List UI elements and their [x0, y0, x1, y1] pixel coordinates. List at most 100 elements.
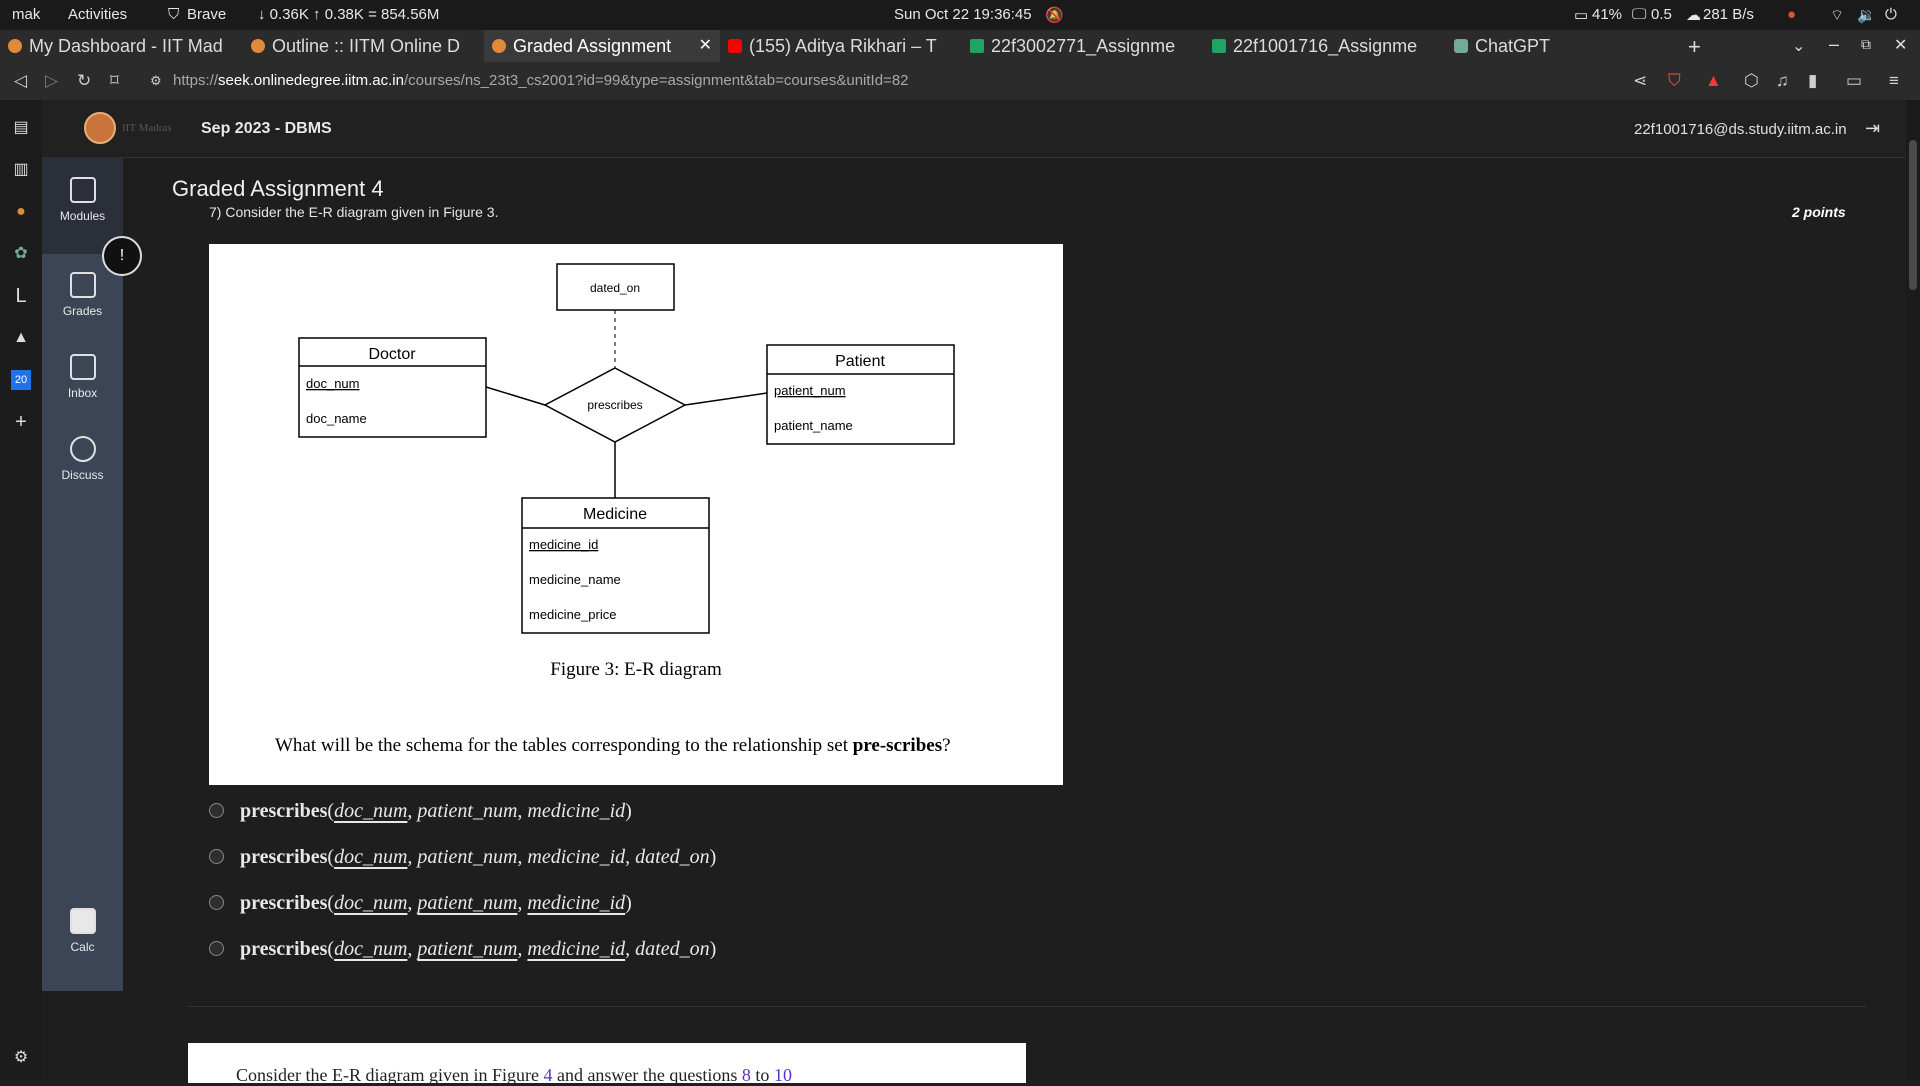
patient-attr: patient_name	[774, 418, 853, 433]
load-value: 0.5	[1651, 6, 1672, 23]
site-info-icon[interactable]: ⚙	[150, 73, 162, 89]
sheets-icon	[1212, 39, 1226, 53]
reading-list-icon[interactable]: ▥	[11, 160, 31, 180]
option-1[interactable]: prescribes(doc_num, patient_num, medicin…	[209, 800, 632, 823]
option-4[interactable]: prescribes(doc_num, patient_num, medicin…	[209, 938, 716, 961]
notifications-off-icon[interactable]: 🔕	[1045, 6, 1064, 24]
network-monitor: ↓ 0.36K ↑ 0.38K = 854.56M	[258, 6, 440, 23]
grades-icon	[69, 272, 96, 298]
logout-icon[interactable]: ⇥	[1865, 118, 1880, 139]
tab-graded-assignment[interactable]: Graded Assignment ✕	[484, 30, 720, 62]
chevron-down-icon[interactable]: ⌄	[1792, 36, 1805, 56]
question-link[interactable]: 8	[742, 1065, 751, 1085]
url-path: /courses/ns_23t3_cs2001?id=99&type=assig…	[403, 72, 909, 89]
radio-button[interactable]	[209, 941, 224, 957]
extensions-icon[interactable]: ⬡	[1744, 71, 1759, 91]
sheets-icon	[970, 39, 984, 53]
settings-gear-icon[interactable]: ⚙	[11, 1048, 31, 1068]
sidebar-toggle-icon[interactable]: ▮	[1808, 71, 1817, 91]
radio-button[interactable]	[209, 849, 224, 865]
course-sidenav: Modules Grades Inbox Discuss Calc	[42, 157, 123, 991]
radio-button[interactable]	[209, 895, 224, 911]
points-badge: 2 points	[1792, 204, 1846, 220]
wifi-icon[interactable]: ⌔	[1830, 6, 1844, 25]
tab-youtube[interactable]: (155) Aditya Rikhari – T	[720, 30, 962, 62]
volume-icon[interactable]: 🔉	[1857, 6, 1876, 24]
brave-shields-icon[interactable]: ⛉	[1668, 71, 1681, 91]
reload-icon[interactable]: ↻	[77, 71, 91, 91]
url-host: seek.onlinedegree.iitm.ac.in	[218, 72, 404, 89]
figure-link[interactable]: 4	[543, 1065, 552, 1085]
tab-outline[interactable]: Outline :: IITM Online D	[243, 30, 484, 62]
patient-link	[684, 392, 768, 406]
tab-dashboard[interactable]: My Dashboard - IIT Mad	[0, 30, 243, 62]
youtube-icon	[728, 39, 742, 53]
medicine-attr: medicine_name	[529, 572, 621, 587]
tab-sheet-2[interactable]: 22f1001716_Assignme	[1204, 30, 1446, 62]
activities-button[interactable]: Activities	[68, 6, 127, 23]
restore-icon[interactable]: ⧉	[1861, 36, 1871, 53]
patient-title: Patient	[835, 353, 885, 370]
chatgpt-app-icon[interactable]: ✿	[11, 244, 31, 264]
brave-rewards-icon[interactable]: ▲	[1705, 71, 1722, 91]
clock[interactable]: Sun Oct 22 19:36:45	[894, 6, 1032, 23]
app-header: IIT Madras Sep 2023 - DBMS 22f1001716@ds…	[42, 100, 1920, 158]
next-question-card: Consider the E-R diagram given in Figure…	[188, 1043, 1026, 1085]
url-scheme: https://	[173, 72, 219, 89]
url-field[interactable]: https://seek.onlinedegree.iitm.ac.in/cou…	[173, 68, 1673, 94]
course-title: Sep 2023 - DBMS	[201, 120, 332, 137]
info-bubble-icon[interactable]: !	[102, 236, 142, 276]
wallet-icon[interactable]: ▭	[1846, 71, 1862, 91]
address-bar: ◁ ▷ ↻ ⌑ ⚙ https://seek.onlinedegree.iitm…	[0, 62, 1920, 101]
calculator-icon	[69, 908, 96, 934]
scrollbar-thumb[interactable]	[1909, 140, 1917, 290]
user-email: 22f1001716@ds.study.iitm.ac.in	[1634, 121, 1847, 138]
prescribes-label: prescribes	[587, 398, 642, 412]
triangle-app-icon[interactable]: ▲	[11, 328, 31, 348]
reader-icon[interactable]: ▤	[11, 118, 31, 138]
nav-grades[interactable]: Grades	[42, 272, 123, 318]
nav-discuss[interactable]: Discuss	[42, 436, 123, 482]
rate-value: 281 B/s	[1703, 6, 1754, 23]
iitm-app-icon[interactable]: ●	[11, 202, 31, 222]
bookmark-icon[interactable]: ⌑	[110, 71, 119, 91]
tab-bar: My Dashboard - IIT Mad Outline :: IITM O…	[0, 30, 1920, 62]
medicine-attr-key: medicine_id	[529, 537, 598, 552]
doctor-attr-key: doc_num	[306, 376, 359, 391]
power-icon[interactable]: ⏻	[1885, 6, 1897, 23]
browser-app-label[interactable]: Brave	[187, 6, 226, 23]
nav-inbox[interactable]: Inbox	[42, 354, 123, 400]
l-app-icon[interactable]: L	[11, 286, 31, 306]
new-tab-icon[interactable]: +	[1688, 34, 1701, 60]
radio-button[interactable]	[209, 803, 224, 819]
modules-icon	[69, 177, 96, 203]
question-link[interactable]: 10	[774, 1065, 792, 1085]
doctor-attr: doc_name	[306, 411, 367, 426]
add-app-icon[interactable]: +	[11, 412, 31, 432]
app-indicator-icon[interactable]: ●	[1787, 6, 1796, 23]
brave-shield-icon: ⛉	[168, 6, 180, 23]
calendar-app-icon[interactable]: 20	[11, 370, 31, 390]
share-icon[interactable]: ⋖	[1633, 71, 1647, 91]
er-diagram: dated_on prescribes Doctor doc_num doc_n…	[298, 263, 955, 634]
option-2[interactable]: prescribes(doc_num, patient_num, medicin…	[209, 846, 716, 869]
menu-icon[interactable]: ≡	[1889, 71, 1899, 91]
iitm-favicon-icon	[492, 39, 506, 53]
close-window-icon[interactable]: ✕	[1894, 35, 1907, 55]
medicine-attr: medicine_price	[529, 607, 616, 622]
tab-chatgpt[interactable]: ChatGPT	[1446, 30, 1688, 62]
iitm-logo-icon[interactable]	[84, 112, 116, 144]
close-tab-icon[interactable]: ✕	[699, 35, 712, 55]
back-icon[interactable]: ◁	[14, 71, 27, 91]
doctor-title: Doctor	[368, 346, 416, 363]
discuss-icon	[69, 436, 96, 462]
iitm-favicon-icon	[8, 39, 22, 53]
tab-sheet-1[interactable]: 22f3002771_Assignme	[962, 30, 1204, 62]
divider	[188, 1006, 1866, 1007]
media-icon[interactable]: ♫	[1776, 71, 1789, 91]
nav-calc[interactable]: Calc	[42, 908, 123, 954]
minimize-icon[interactable]: –	[1829, 34, 1839, 55]
option-3[interactable]: prescribes(doc_num, patient_num, medicin…	[209, 892, 632, 915]
forward-icon[interactable]: ▷	[45, 71, 58, 91]
er-diagram-figure: dated_on prescribes Doctor doc_num doc_n…	[209, 244, 1063, 785]
